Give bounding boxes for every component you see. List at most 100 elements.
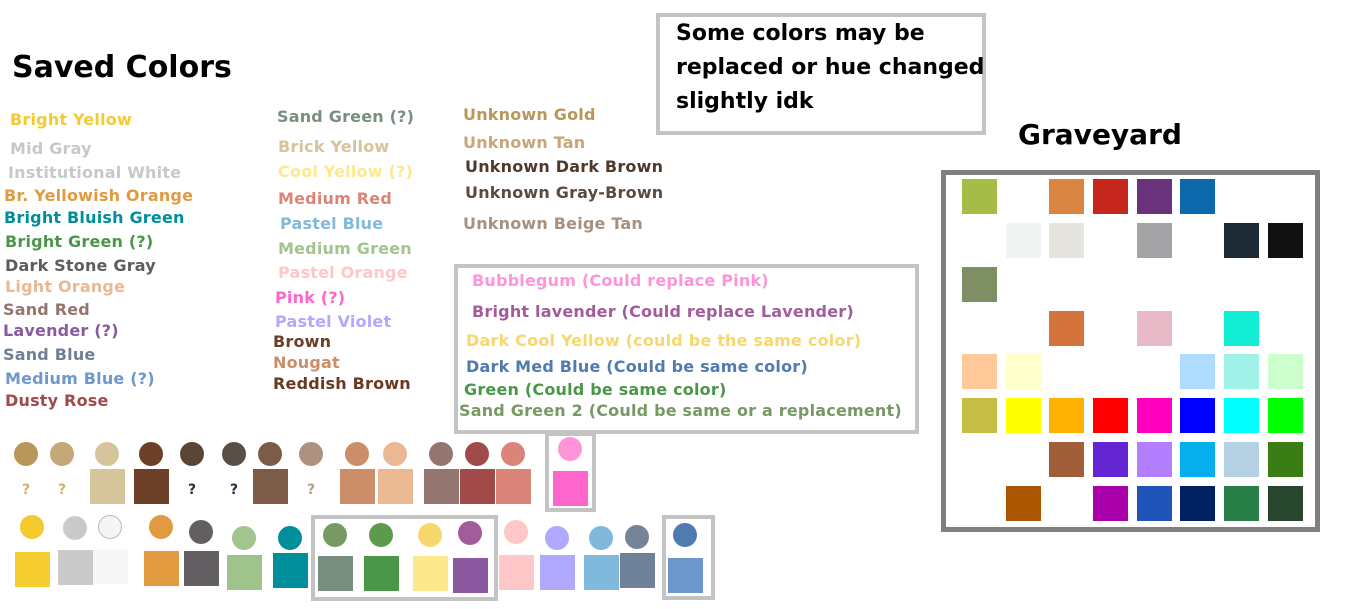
graveyard-swatch (962, 179, 997, 214)
swatch-circle (50, 442, 74, 466)
swatch-square (540, 555, 575, 590)
graveyard-swatch (1093, 179, 1128, 214)
swatch-square (273, 553, 308, 588)
note-line-2: replaced or hue changed (676, 55, 985, 80)
graveyard-swatch (1137, 486, 1172, 521)
color-label: Mid Gray (10, 139, 92, 158)
replacement-label: Dark Cool Yellow (could be the same colo… (466, 331, 862, 350)
swatch-circle (299, 442, 323, 466)
swatch-circle (383, 442, 407, 466)
swatch-circle (98, 515, 122, 539)
swatch-circle (14, 442, 38, 466)
swatch-square (378, 469, 413, 504)
color-label: Unknown Dark Brown (465, 157, 664, 176)
swatch-circle (139, 442, 163, 466)
graveyard-swatch (1224, 223, 1259, 258)
graveyard-swatch (1006, 223, 1041, 258)
color-label: Sand Blue (3, 345, 96, 364)
color-label: Pastel Orange (278, 263, 408, 282)
swatch-circle (95, 442, 119, 466)
graveyard-swatch (1224, 398, 1259, 433)
replacement-label: Dark Med Blue (Could be same color) (466, 357, 808, 376)
swatch-circle (222, 442, 246, 466)
swatch-circle (180, 442, 204, 466)
color-label: Pink (?) (275, 288, 346, 307)
swatch-square (668, 558, 703, 593)
graveyard-panel (941, 170, 1320, 532)
swatch-circle (20, 515, 44, 539)
swatch-circle (189, 520, 213, 544)
page-title: Saved Colors (12, 50, 232, 85)
color-label: Sand Red (3, 300, 90, 319)
swatch-circle (418, 523, 442, 547)
swatch-square (584, 555, 619, 590)
replacement-label: Green (Could be same color) (464, 380, 727, 399)
graveyard-swatch (962, 267, 997, 302)
note-box: Some colors may be replaced or hue chang… (656, 13, 986, 135)
color-label: Light Orange (5, 277, 126, 296)
color-label: Lavender (?) (3, 321, 119, 340)
swatch-square (93, 549, 128, 584)
replacement-label: Bright lavender (Could replace Lavender) (472, 302, 854, 321)
color-label: Dusty Rose (5, 391, 109, 410)
color-label: Medium Blue (?) (5, 369, 155, 388)
color-label: Nougat (273, 353, 340, 372)
swatch-square (413, 556, 448, 591)
unknown-marker: ? (307, 482, 316, 498)
graveyard-swatch (1180, 442, 1215, 477)
swatch-square (90, 469, 125, 504)
color-label: Unknown Gold (463, 105, 596, 124)
graveyard-swatch (1137, 311, 1172, 346)
swatch-square (144, 551, 179, 586)
color-label: Unknown Beige Tan (463, 214, 643, 233)
graveyard-swatch (1137, 179, 1172, 214)
swatch-square (499, 555, 534, 590)
graveyard-swatch (1006, 398, 1041, 433)
swatch-square (460, 469, 495, 504)
graveyard-swatch (1049, 311, 1084, 346)
graveyard-swatch (1268, 486, 1303, 521)
graveyard-swatch (1224, 486, 1259, 521)
graveyard-swatch (1049, 442, 1084, 477)
graveyard-swatch (1224, 354, 1259, 389)
swatch-square (620, 553, 655, 588)
graveyard-swatch (1093, 442, 1128, 477)
graveyard-swatch (1049, 179, 1084, 214)
swatch-circle (458, 521, 482, 545)
graveyard-swatch (1006, 354, 1041, 389)
swatch-square (227, 555, 262, 590)
swatch-circle (465, 442, 489, 466)
graveyard-swatch (1180, 179, 1215, 214)
graveyard-swatch (1137, 223, 1172, 258)
replacement-label: Sand Green 2 (Could be same or a replace… (459, 401, 902, 420)
swatch-circle (369, 523, 393, 547)
swatch-circle (149, 515, 173, 539)
graveyard-swatch (1180, 398, 1215, 433)
replacement-label: Bubblegum (Could replace Pink) (472, 271, 769, 290)
graveyard-swatch (1180, 486, 1215, 521)
graveyard-swatch (1093, 486, 1128, 521)
graveyard-swatch (1268, 442, 1303, 477)
graveyard-swatch (1268, 223, 1303, 258)
swatch-circle (232, 526, 256, 550)
swatch-circle (625, 525, 649, 549)
swatch-square (134, 469, 169, 504)
swatch-square (496, 469, 531, 504)
graveyard-swatch (1137, 398, 1172, 433)
color-label: Reddish Brown (273, 374, 411, 393)
unknown-marker: ? (58, 482, 67, 498)
swatch-square (15, 552, 50, 587)
color-label: Brown (273, 332, 332, 351)
color-label: Brick Yellow (278, 137, 390, 156)
graveyard-swatch (1137, 442, 1172, 477)
color-label: Unknown Tan (463, 133, 586, 152)
swatch-square (184, 551, 219, 586)
swatch-circle (558, 437, 582, 461)
color-label: Pastel Blue (280, 214, 384, 233)
graveyard-swatch (1049, 398, 1084, 433)
color-label: Institutional White (8, 163, 182, 182)
swatch-circle (504, 520, 528, 544)
color-label: Medium Red (278, 189, 392, 208)
note-line-1: Some colors may be (676, 21, 925, 46)
graveyard-swatch (1180, 354, 1215, 389)
